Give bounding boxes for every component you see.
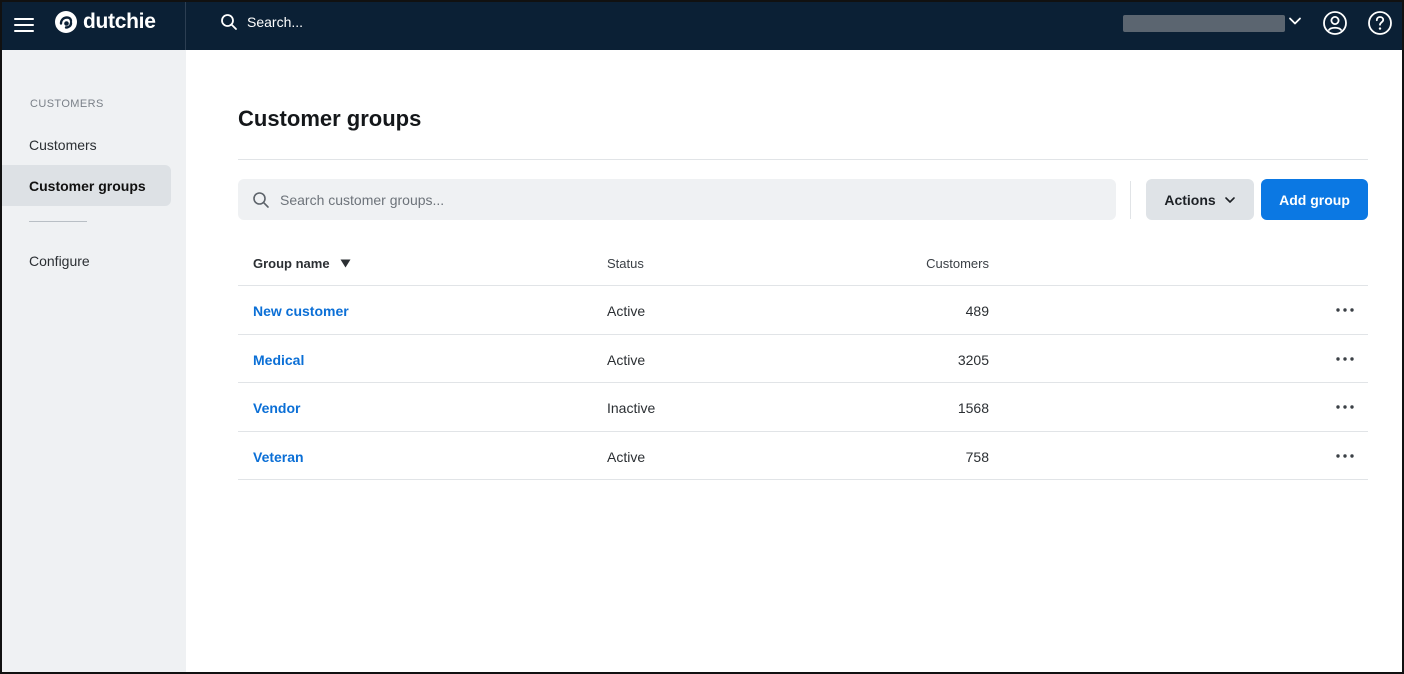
group-customer-count: 3205 (957, 351, 989, 368)
group-name-link[interactable]: New customer (253, 303, 349, 319)
more-options-icon[interactable] (1334, 447, 1356, 465)
sidebar-item-label: Customer groups (29, 177, 146, 194)
global-search[interactable]: Search... (220, 13, 303, 31)
more-options-icon[interactable] (1334, 398, 1356, 416)
sidebar-item-label: Customers (29, 136, 97, 153)
dutchie-logo-icon (55, 11, 77, 33)
toolbar-divider (1130, 181, 1131, 219)
column-header-group-name[interactable]: Group name (253, 256, 351, 271)
group-status: Active (607, 351, 646, 368)
sidebar-section-label: CUSTOMERS (30, 98, 104, 110)
account-selector[interactable] (1123, 15, 1285, 32)
group-customer-count: 1568 (957, 400, 989, 416)
more-options-icon[interactable] (1334, 301, 1356, 319)
group-name-link[interactable]: Vendor (253, 400, 300, 416)
topbar-divider (185, 2, 186, 50)
sort-descending-icon (340, 259, 351, 268)
table-header: Group name Status Customers (238, 238, 1368, 286)
column-header-customers: Customers (926, 256, 989, 271)
group-customer-count: 758 (965, 448, 989, 465)
chevron-down-icon[interactable] (1288, 14, 1302, 28)
sidebar-item-customer-groups[interactable]: Customer groups (2, 165, 171, 206)
add-group-button[interactable]: Add group (1261, 179, 1368, 220)
add-group-label: Add group (1279, 191, 1350, 208)
groups-table: Group name Status Customers New customer… (238, 238, 1368, 480)
group-search[interactable] (238, 179, 1116, 220)
group-name-link[interactable]: Veteran (253, 449, 304, 465)
sidebar-item-customers[interactable]: Customers (2, 124, 171, 165)
group-status: Inactive (607, 400, 656, 416)
help-icon[interactable] (1367, 10, 1393, 36)
more-options-icon[interactable] (1334, 350, 1356, 368)
search-icon (221, 14, 237, 30)
page-title: Customer groups (238, 106, 422, 131)
global-search-placeholder: Search... (247, 14, 304, 30)
menu-icon[interactable] (14, 14, 36, 36)
top-bar: dutchie Search... (2, 2, 1402, 50)
sidebar: CUSTOMERS Customers Customer groups Conf… (2, 50, 186, 672)
title-divider (238, 159, 1368, 160)
column-header-status: Status (607, 256, 644, 271)
table-row: New customer Active 489 (238, 286, 1368, 335)
actions-button[interactable]: Actions (1146, 179, 1254, 220)
sidebar-divider (29, 221, 87, 222)
search-icon (253, 191, 269, 208)
app-window: dutchie Search... CUSTOMERS Customers Cu… (0, 0, 1404, 674)
logo-text: dutchie (83, 10, 156, 33)
table-row: Veteran Active 758 (238, 432, 1368, 480)
main-content: Customer groups Actions Add group Group … (186, 50, 1402, 672)
group-search-input[interactable] (280, 191, 1080, 208)
group-status: Active (607, 448, 646, 465)
group-name-link[interactable]: Medical (253, 352, 304, 368)
sidebar-item-configure[interactable]: Configure (2, 240, 171, 281)
table-row: Vendor Inactive 1568 (238, 383, 1368, 432)
actions-label: Actions (1164, 191, 1216, 208)
group-status: Active (607, 303, 646, 319)
user-profile-icon[interactable] (1322, 10, 1348, 36)
table-row: Medical Active 3205 (238, 335, 1368, 383)
logo[interactable]: dutchie (54, 10, 156, 34)
group-customer-count: 489 (965, 303, 989, 319)
sidebar-item-label: Configure (29, 252, 90, 269)
chevron-down-icon (1224, 196, 1235, 203)
